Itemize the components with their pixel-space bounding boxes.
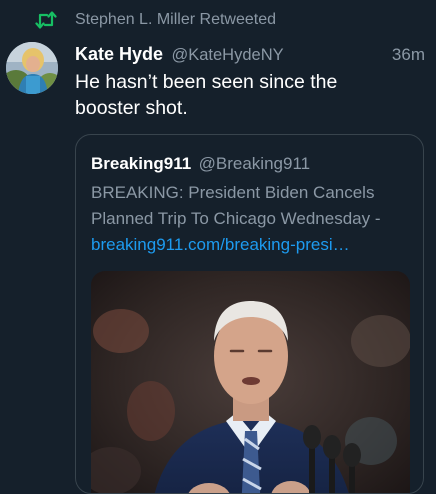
quoted-tweet-link[interactable]: breaking911.com/breaking-presi… (91, 232, 391, 258)
news-photo-icon (91, 271, 410, 493)
author-name[interactable]: Kate Hyde (75, 44, 163, 64)
user-avatar-icon (6, 42, 58, 94)
quoted-text-line: BREAKING: President Biden Cancels (91, 183, 375, 202)
tweet-text-line: He hasn’t been seen since the (75, 71, 338, 93)
quoted-author-name: Breaking911 (91, 154, 192, 173)
tweet-text: He hasn’t been seen since the booster sh… (75, 69, 415, 121)
tweet-text-line: booster shot. (75, 97, 188, 119)
quoted-tweet-card[interactable]: Breaking911 @Breaking911 BREAKING: Presi… (75, 134, 424, 494)
retweet-context: Stephen L. Miller Retweeted (0, 0, 436, 40)
retweet-label[interactable]: Stephen L. Miller Retweeted (75, 10, 276, 30)
quoted-tweet-header: Breaking911 @Breaking911 (91, 154, 310, 174)
tweet-header: Kate Hyde @KateHydeNY 36m (75, 44, 425, 68)
tweet-timestamp[interactable]: 36m (392, 45, 425, 65)
tweet[interactable]: Stephen L. Miller Retweeted Kate Hyde @K… (0, 0, 436, 494)
quoted-tweet-text: BREAKING: President Biden Cancels Planne… (91, 180, 416, 232)
quoted-author-handle: @Breaking911 (198, 154, 311, 173)
quoted-text-line: Planned Trip To Chicago Wednesday - (91, 209, 381, 228)
avatar[interactable] (6, 42, 58, 94)
quoted-tweet-image[interactable] (91, 271, 410, 493)
retweet-icon (35, 10, 57, 30)
author-handle[interactable]: @KateHydeNY (171, 46, 283, 64)
